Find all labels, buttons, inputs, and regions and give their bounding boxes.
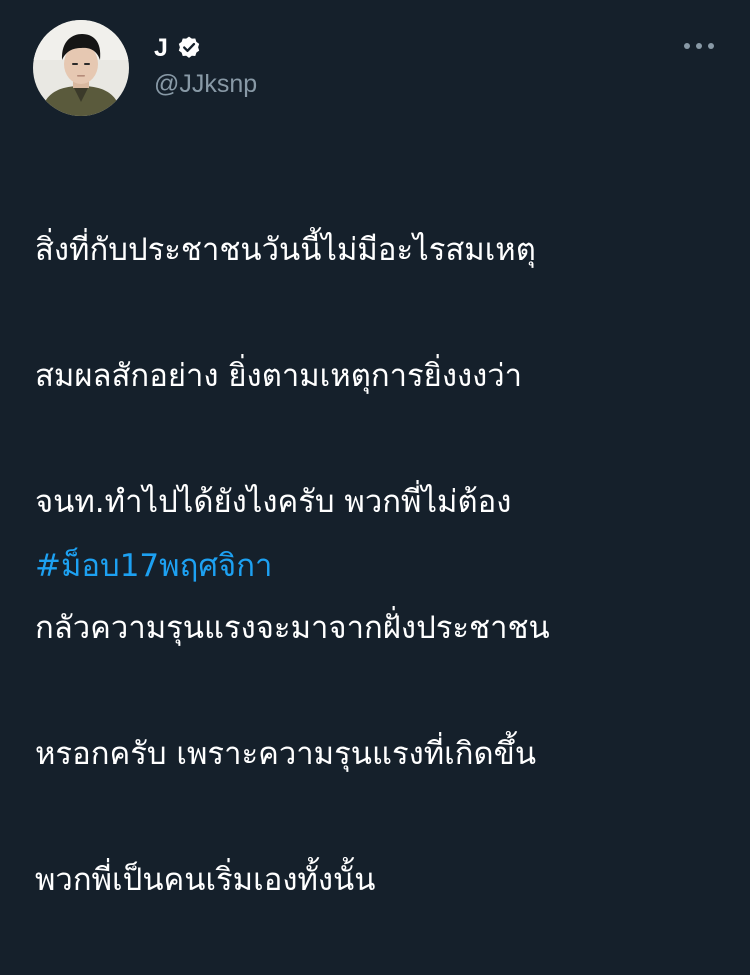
hashtag-link[interactable]: #ม็อบ17พฤศจิกา	[35, 535, 272, 598]
tweet-text-line: หรอกครับ เพราะความรุนแรงที่เกิดขึ้น	[35, 736, 537, 772]
author-name-row: J	[154, 31, 202, 65]
author-handle[interactable]: @JJksnp	[154, 72, 257, 97]
tweet-text-line: กลัวความรุนแรงจะมาจากฝั่งประชาชน	[35, 610, 550, 646]
verified-badge-icon	[176, 35, 202, 61]
tweet-text-line: จนท.ทำไปได้ยังไงครับ พวกพี่ไม่ต้อง	[35, 484, 512, 520]
tweet-text-line: สิ่งที่กับประชาชนวันนี้ไม่มีอะไรสมเหตุ	[35, 232, 536, 268]
more-options-icon[interactable]	[682, 38, 716, 54]
author-display-name[interactable]: J	[154, 35, 168, 61]
avatar[interactable]	[33, 20, 129, 116]
tweet-text-line: สมผลสักอย่าง ยิ่งตามเหตุการยิ่งงงว่า	[35, 358, 523, 394]
tweet-card: J @JJksnp สิ่งที่กับประชาชนวันนี้ไม่มีอะ…	[0, 0, 750, 898]
tweet-text-line: พวกพี่เป็นคนเริ่มเองทั้งนั้น	[35, 862, 376, 898]
profile-photo	[33, 20, 129, 116]
